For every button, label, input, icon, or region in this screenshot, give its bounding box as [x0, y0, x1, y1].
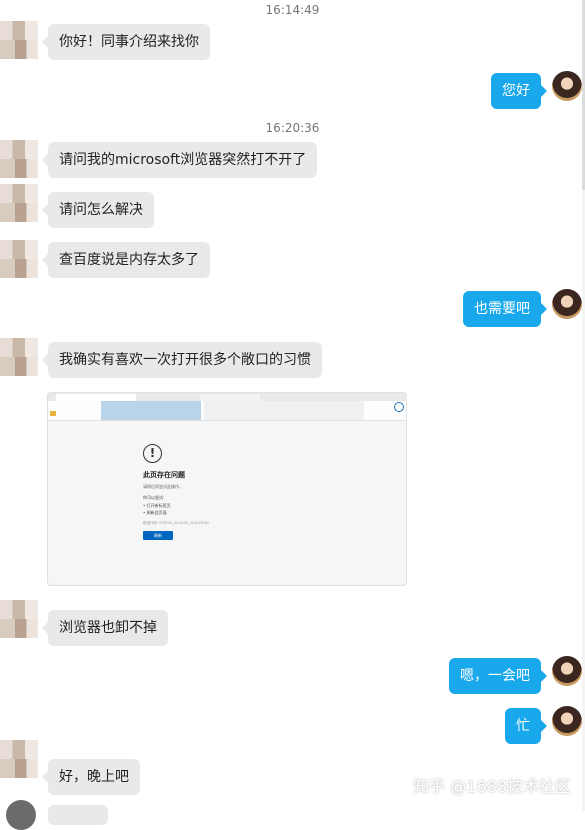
contact-avatar[interactable]: [0, 600, 38, 638]
error-title: 此页存在问题: [143, 471, 185, 479]
message-incoming[interactable]: 浏览器也卸不掉: [42, 610, 168, 646]
message-incoming[interactable]: [48, 805, 108, 825]
contact-avatar[interactable]: [0, 740, 38, 778]
error-bullet: • 刷新此页面: [143, 510, 167, 515]
message-outgoing[interactable]: 您好: [491, 73, 547, 109]
message-incoming[interactable]: 好，晚上吧: [42, 759, 140, 795]
bing-icon: [394, 402, 404, 412]
image-message-browser-error[interactable]: ! 此页存在问题 请稍后再尝试此操作。 你可以尝试: • 打开新标签页 • 刷新…: [47, 392, 407, 586]
watermark: 知乎 @1688技术社区: [413, 777, 571, 796]
contact-avatar[interactable]: [6, 800, 36, 830]
message-outgoing[interactable]: 也需要吧: [463, 291, 547, 327]
user-avatar[interactable]: [552, 289, 582, 319]
contact-avatar[interactable]: [0, 338, 38, 376]
message-incoming[interactable]: 你好！同事介绍来找你: [42, 24, 210, 60]
message-outgoing[interactable]: 忙: [505, 708, 547, 744]
message-outgoing[interactable]: 嗯，一会吧: [449, 658, 547, 694]
error-icon: !: [143, 444, 162, 463]
contact-avatar[interactable]: [0, 184, 38, 222]
message-incoming[interactable]: 查百度说是内存太多了: [42, 242, 210, 278]
error-subtitle: 请稍后再尝试此操作。: [143, 484, 183, 489]
timestamp: 16:20:36: [265, 121, 320, 135]
error-code: 错误代码: STATUS_ACCESS_VIOLATION: [143, 521, 209, 525]
user-avatar[interactable]: [552, 656, 582, 686]
redacted-region: [101, 401, 201, 420]
user-avatar[interactable]: [552, 706, 582, 736]
timestamp: 16:14:49: [265, 3, 320, 17]
error-bullet: • 打开新标签页: [143, 503, 171, 508]
message-incoming[interactable]: 我确实有喜欢一次打开很多个敞口的习惯: [42, 342, 322, 378]
contact-avatar[interactable]: [0, 21, 38, 59]
folder-icon: [50, 411, 56, 416]
message-incoming[interactable]: 请问怎么解决: [42, 192, 154, 228]
refresh-button: 刷新: [143, 531, 173, 540]
browser-tab: [56, 394, 136, 401]
message-incoming[interactable]: 请问我的microsoft浏览器突然打不开了: [41, 142, 318, 178]
error-try-label: 你可以尝试:: [143, 495, 165, 500]
redacted-region: [204, 401, 364, 420]
contact-avatar[interactable]: [0, 240, 38, 278]
browser-tab: [200, 394, 260, 401]
contact-avatar[interactable]: [0, 140, 38, 178]
user-avatar[interactable]: [552, 71, 582, 101]
